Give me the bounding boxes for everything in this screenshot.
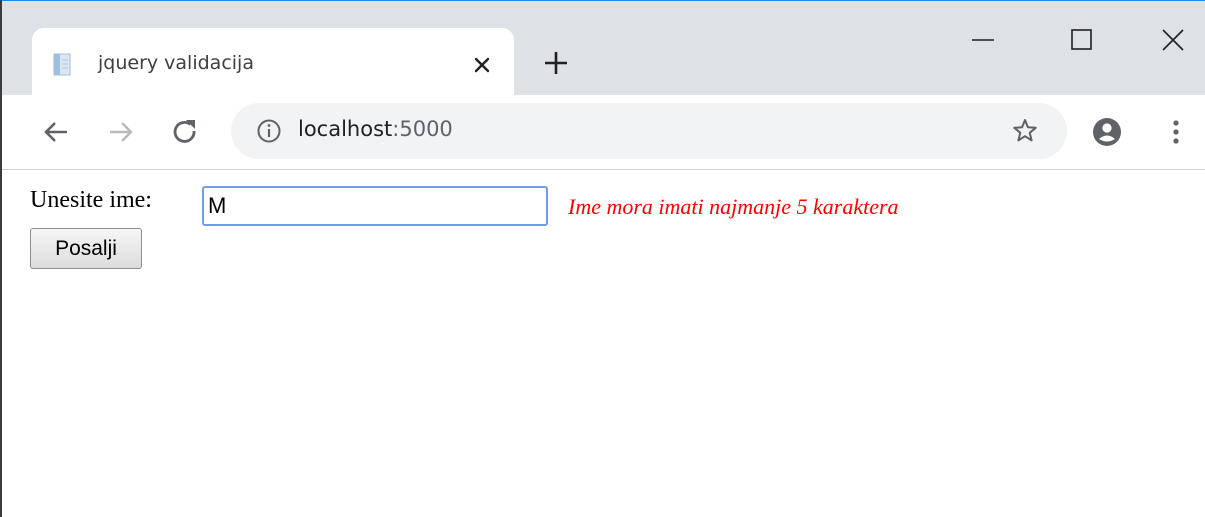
browser-window: jquery validacija localhost:5000 Unesite…	[0, 0, 1205, 517]
page-icon	[53, 53, 71, 76]
submit-button[interactable]: Posalji	[30, 228, 142, 269]
info-icon[interactable]	[256, 118, 282, 144]
page-content: Unesite ime: Ime mora imati najmanje 5 k…	[4, 170, 1205, 517]
url-host: localhost	[298, 117, 393, 141]
close-icon[interactable]	[469, 52, 495, 78]
plus-icon[interactable]	[542, 49, 570, 77]
address-bar[interactable]: localhost:5000	[231, 103, 1067, 159]
minimize-icon[interactable]	[960, 18, 1006, 64]
tab-strip: jquery validacija	[2, 1, 1205, 97]
maximize-icon[interactable]	[1059, 18, 1105, 64]
url-port: :5000	[392, 117, 453, 141]
reload-icon[interactable]	[169, 116, 201, 148]
tab-title: jquery validacija	[98, 52, 254, 74]
account-icon[interactable]	[1090, 115, 1124, 149]
arrow-right-icon[interactable]	[105, 116, 137, 148]
name-label: Unesite ime:	[30, 187, 152, 213]
kebab-menu-icon[interactable]	[1164, 115, 1188, 149]
url-text[interactable]: localhost:5000	[298, 117, 453, 141]
name-input[interactable]	[202, 186, 548, 226]
arrow-left-icon[interactable]	[40, 116, 72, 148]
star-icon[interactable]	[1011, 117, 1039, 145]
tab-active[interactable]: jquery validacija	[32, 28, 514, 97]
validation-error: Ime mora imati najmanje 5 karaktera	[568, 194, 899, 219]
window-close-icon[interactable]	[1150, 18, 1196, 64]
browser-toolbar: localhost:5000	[2, 95, 1205, 170]
